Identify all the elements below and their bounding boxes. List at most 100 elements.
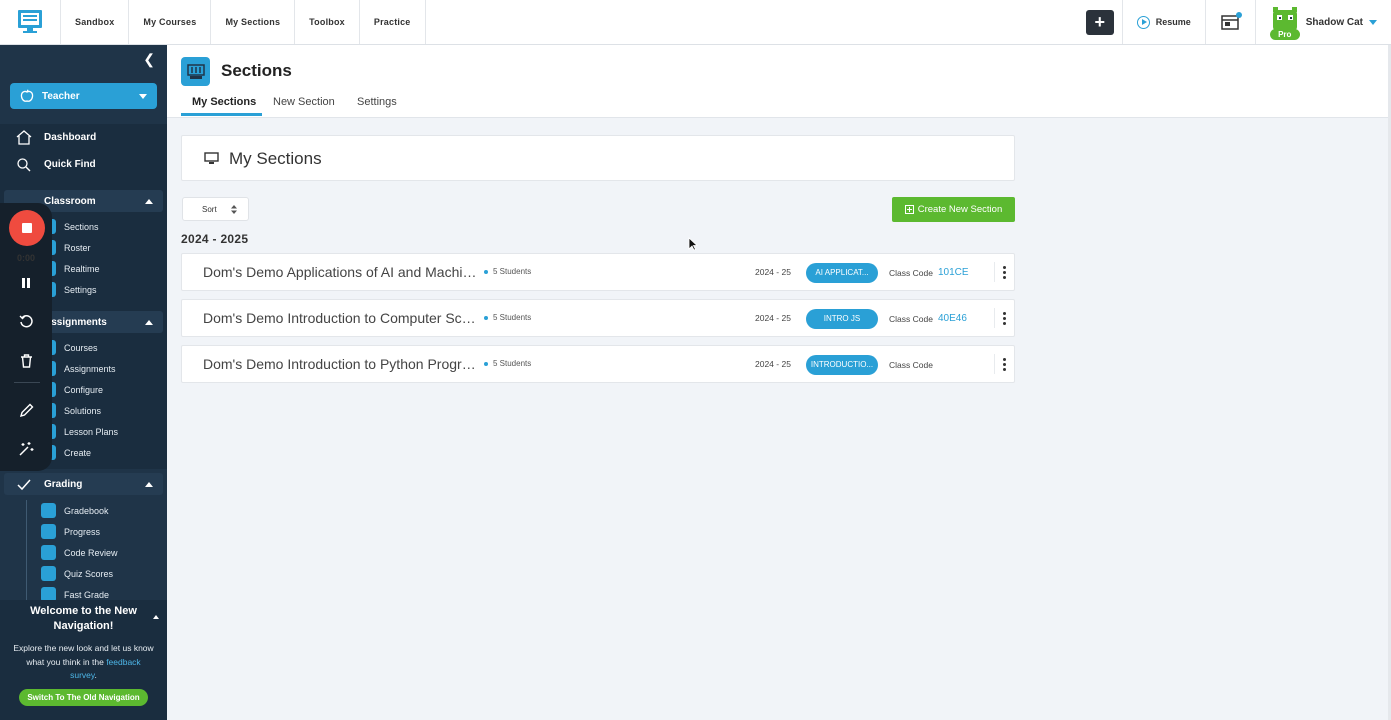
sidebar-item-label: Roster: [64, 242, 91, 253]
home-icon: [16, 130, 32, 145]
role-label: Teacher: [42, 90, 80, 102]
section-name[interactable]: Dom's Demo Applications of AI and Machin…: [203, 264, 478, 280]
student-count-label: 5 Students: [493, 359, 532, 368]
sidebar-item-label: Progress: [64, 526, 101, 537]
student-count: 5 Students: [484, 313, 531, 322]
user-menu[interactable]: Pro Shadow Cat: [1256, 0, 1391, 44]
grading-icon: [17, 479, 31, 491]
sidebar-item-code-review[interactable]: Code Review: [27, 542, 118, 563]
sort-label: Sort: [202, 204, 217, 214]
pro-badge: Pro: [1269, 29, 1300, 40]
mouse-cursor-icon: [688, 237, 698, 251]
chevron-down-icon: [139, 93, 147, 99]
dot-icon: [484, 315, 488, 320]
chevron-up-icon: [145, 199, 153, 204]
monitor-icon: [204, 152, 219, 164]
apple-icon: [20, 89, 34, 102]
sidebar-item-dashboard[interactable]: Dashboard: [0, 124, 167, 151]
section-row[interactable]: Dom's Demo Introduction to Computer Scie…: [181, 299, 1015, 337]
sidebar-item-label: Sections: [64, 221, 99, 232]
tab-settings[interactable]: Settings: [357, 96, 397, 108]
dot-icon: [484, 361, 488, 366]
sidebar-item-quick-find[interactable]: Quick Find: [0, 151, 167, 178]
chevron-up-icon: [145, 320, 153, 325]
sidebar-item-label: Courses: [64, 342, 98, 353]
more-options-icon[interactable]: [994, 354, 1014, 374]
sidebar-top-links: Dashboard Quick Find: [0, 124, 167, 184]
my-sections-card: My Sections: [181, 135, 1015, 181]
restart-icon[interactable]: [16, 311, 36, 331]
sidebar-item-label: Fast Grade: [64, 589, 110, 600]
class-code-value[interactable]: 101CE: [938, 267, 969, 278]
student-count-label: 5 Students: [493, 313, 532, 322]
course-badge[interactable]: AI APPLICAT...: [806, 263, 878, 283]
section-name[interactable]: Dom's Demo Introduction to Computer Scie…: [203, 310, 478, 326]
create-new-section-button[interactable]: Create New Section: [892, 197, 1015, 222]
welcome-text-end: .: [94, 670, 97, 680]
tab-new-section[interactable]: New Section: [273, 96, 335, 108]
sort-dropdown[interactable]: Sort: [182, 197, 249, 221]
trash-icon[interactable]: [16, 351, 36, 371]
role-selector[interactable]: Teacher: [10, 83, 157, 109]
section-row[interactable]: Dom's Demo Introduction to Python Progra…: [181, 345, 1015, 383]
sidebar-group-grading[interactable]: Grading: [4, 473, 163, 495]
resume-label: Resume: [1155, 17, 1191, 27]
group-label: Grading: [44, 478, 83, 490]
course-badge[interactable]: INTRODUCTIO...: [806, 355, 878, 375]
nav-toolbox[interactable]: Toolbox: [295, 0, 360, 44]
switch-old-navigation-button[interactable]: Switch To The Old Navigation: [19, 688, 148, 706]
tab-my-sections[interactable]: My Sections: [192, 96, 256, 108]
section-name[interactable]: Dom's Demo Introduction to Python Progra…: [203, 356, 478, 372]
create-label: Create New Section: [917, 204, 1003, 215]
active-tab-indicator: [181, 113, 262, 116]
recording-timer: 0:00: [16, 253, 35, 263]
nav-my-sections[interactable]: My Sections: [211, 0, 296, 44]
calendar-button[interactable]: [1206, 0, 1256, 44]
nav-sandbox[interactable]: Sandbox: [61, 0, 130, 44]
class-code-label: Class Code: [889, 268, 933, 278]
sidebar-item-label: Solutions: [64, 405, 102, 416]
section-row[interactable]: Dom's Demo Applications of AI and Machin…: [181, 253, 1015, 291]
sidebar-item-gradebook[interactable]: Gradebook: [27, 500, 118, 521]
sidebar-item-quiz-scores[interactable]: Quiz Scores: [27, 563, 118, 584]
nav-my-courses[interactable]: My Courses: [129, 0, 212, 44]
add-button[interactable]: +: [1085, 10, 1114, 35]
collapse-sidebar-button[interactable]: ❮: [0, 45, 167, 73]
gradebook-icon: [41, 503, 56, 518]
sidebar-item-label: Assignments: [64, 363, 116, 374]
plus-square-icon: [904, 205, 914, 214]
nav-practice[interactable]: Practice: [360, 0, 426, 44]
grading-list: Gradebook Progress Code Review Quiz Scor…: [26, 500, 118, 605]
card-title: My Sections: [229, 149, 322, 168]
sidebar-item-label: Settings: [64, 284, 97, 295]
progress-icon: [41, 524, 56, 539]
dot-icon: [484, 269, 488, 274]
chevron-up-icon[interactable]: [153, 615, 159, 619]
pen-icon[interactable]: [16, 400, 36, 420]
sidebar-item-label: Code Review: [64, 547, 118, 558]
more-options-icon[interactable]: [994, 308, 1014, 328]
top-navigation-bar: Sandbox My Courses My Sections Toolbox P…: [0, 0, 1391, 45]
pause-icon[interactable]: [16, 273, 36, 293]
class-code-value[interactable]: 40E46: [938, 313, 967, 324]
more-options-icon[interactable]: [994, 262, 1014, 282]
section-year: 2024 - 25: [755, 313, 791, 323]
section-year: 2024 - 25: [755, 359, 791, 369]
monitor-logo-icon: [18, 10, 42, 33]
student-count: 5 Students: [484, 359, 531, 368]
sidebar-item-progress[interactable]: Progress: [27, 521, 118, 542]
year-heading: 2024 - 2025: [181, 232, 249, 246]
toolbar-divider: [14, 382, 40, 383]
sections-icon: [181, 57, 210, 86]
quiz-scores-icon: [41, 566, 56, 581]
chevron-up-icon: [145, 482, 153, 487]
course-badge[interactable]: INTRO JS: [806, 309, 878, 329]
stop-recording-button[interactable]: [9, 210, 45, 246]
screen-recorder-toolbar: 0:00: [0, 203, 52, 471]
codehs-logo[interactable]: [0, 0, 61, 44]
sidebar-item-label: Configure: [64, 384, 104, 395]
sidebar-item-label: Lesson Plans: [64, 426, 119, 437]
effects-icon[interactable]: [16, 439, 36, 459]
resume-button[interactable]: Resume: [1121, 0, 1206, 44]
welcome-panel: Welcome to the New Navigation! Explore t…: [0, 600, 167, 720]
